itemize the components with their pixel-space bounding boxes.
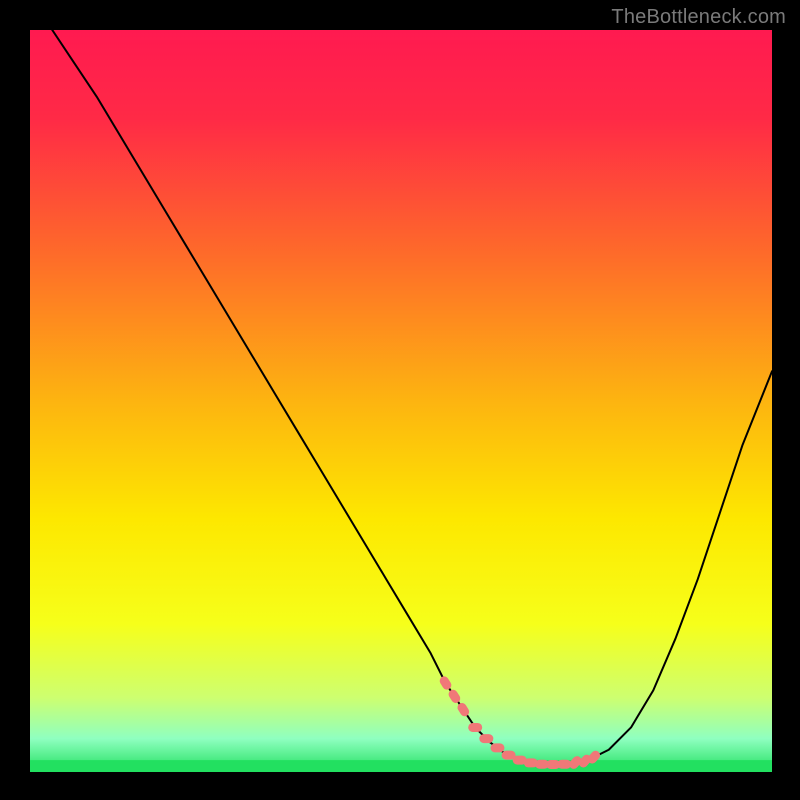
valley-marker xyxy=(479,734,493,743)
gradient-background xyxy=(30,30,772,772)
valley-marker xyxy=(468,723,482,732)
bottom-accent-band xyxy=(30,760,772,772)
valley-marker xyxy=(490,743,504,752)
watermark-text: TheBottleneck.com xyxy=(611,6,786,29)
chart-svg xyxy=(30,30,772,772)
valley-marker xyxy=(557,760,571,769)
stage: TheBottleneck.com xyxy=(0,0,800,800)
plot-panel xyxy=(30,30,772,772)
